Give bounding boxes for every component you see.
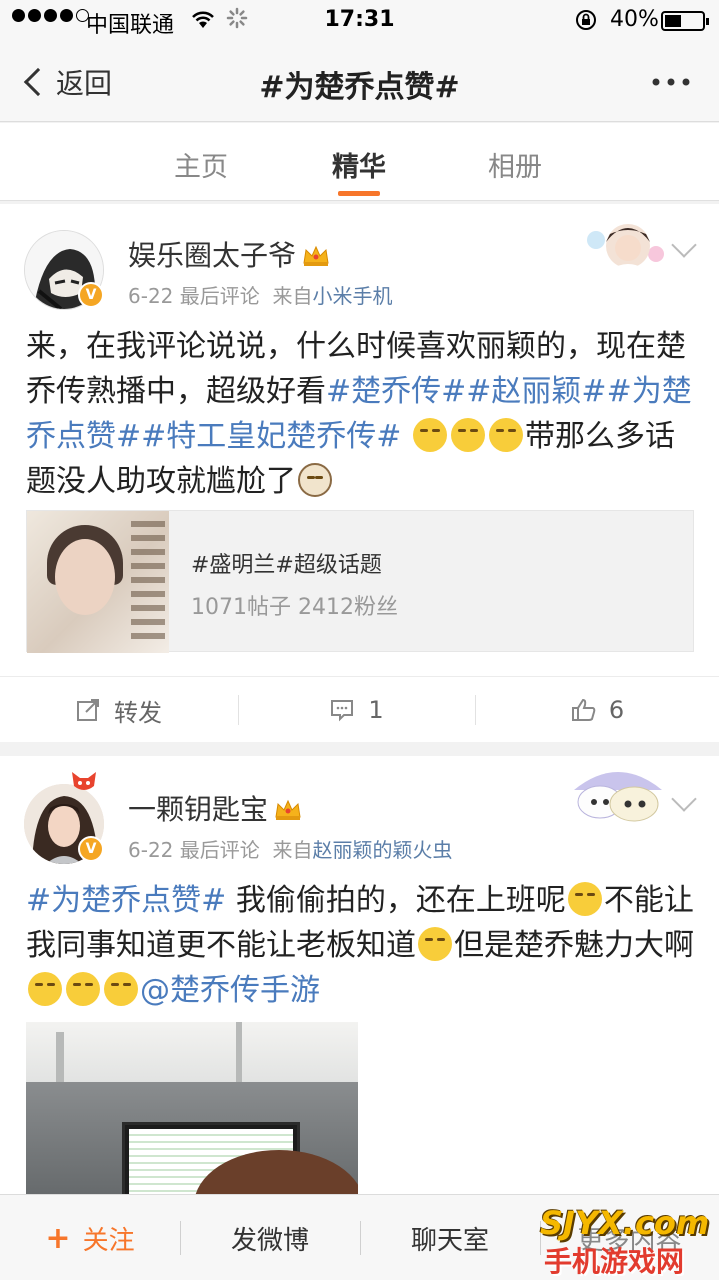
follow-button[interactable]: + 关注 <box>0 1195 180 1280</box>
author-name: 娱乐圈太子爷 <box>128 239 297 272</box>
mention-link[interactable]: @楚乔传手游 <box>140 973 320 1008</box>
laugh-cry-emoji-icon <box>66 972 100 1006</box>
hashtag-link[interactable]: #楚乔传# <box>326 374 466 409</box>
crown-icon <box>274 795 302 820</box>
tab-home-label: 主页 <box>174 152 228 183</box>
chevron-down-icon[interactable] <box>671 786 697 812</box>
source-prefix: 来自 <box>272 838 313 862</box>
laugh-cry-emoji-icon <box>104 972 138 1006</box>
plus-icon: + <box>45 1220 71 1256</box>
hashtag-link[interactable]: #为楚乔点赞# <box>26 883 226 918</box>
post-card[interactable]: V 娱乐圈太子爷 6-22 最后评论 来自小米手机 来，在我评论说说，什么时候喜… <box>0 204 719 742</box>
grin-emoji-icon <box>450 418 485 452</box>
post-photo[interactable] <box>26 1022 358 1222</box>
super-topic-card[interactable]: #盛明兰#超级话题 1071帖子 2412粉丝 <box>26 510 694 653</box>
post-meta: 6-22 最后评论 来自小米手机 <box>128 280 392 309</box>
compose-post-button[interactable]: 发微博 <box>180 1195 360 1280</box>
watermark-line2: 手机游戏网 <box>544 1245 685 1278</box>
comment-count: 1 <box>368 696 384 724</box>
post-source[interactable]: 小米手机 <box>312 284 392 308</box>
crown-icon <box>302 241 330 266</box>
post-body: 来，在我评论说说，什么时候喜欢丽颖的，现在楚乔传熟播中，超级好看#楚乔传##赵丽… <box>26 324 696 504</box>
fox-sticker-icon <box>70 770 98 798</box>
tab-home[interactable]: 主页 <box>174 145 228 184</box>
topic-thumbnail <box>27 511 169 653</box>
more-options-icon[interactable] <box>651 68 691 88</box>
laugh-cry-emoji-icon <box>567 882 602 916</box>
repost-icon <box>76 698 100 722</box>
post-body: #为楚乔点赞# 我偷偷拍的，还在上班呢 不能让我同事知道更不能让老板知道 但是楚乔魅… <box>26 878 696 1013</box>
post-date: 6-22 <box>128 838 174 862</box>
author-name: 一颗钥匙宝 <box>128 793 269 826</box>
battery-percent: 40% <box>610 7 659 32</box>
post-card[interactable]: V 一颗钥匙宝 6-22 最后评论 来自赵丽颖的颖火虫 #为楚乔点赞# 我偷偷拍… <box>0 756 719 1222</box>
repost-label: 转发 <box>114 698 162 727</box>
card-decoration-icon <box>570 760 666 824</box>
grin-emoji-icon <box>412 418 447 452</box>
chat-label: 聊天室 <box>410 1225 489 1256</box>
post-date: 6-22 <box>128 284 174 308</box>
tab-album-label: 相册 <box>488 152 542 183</box>
comment-button[interactable]: 1 <box>239 677 475 743</box>
watermark-logo: SJYX.com 手机游戏网 <box>540 1204 714 1278</box>
post-author[interactable]: 娱乐圈太子爷 <box>128 234 330 274</box>
hashtag-link[interactable]: #赵丽颖# <box>466 374 606 409</box>
like-count: 6 <box>608 696 625 724</box>
app-screen: 中国联通 17:31 40% 返回 #为楚乔点赞# 主页 精华 相册 V 娱乐圈… <box>0 0 719 1280</box>
post-author[interactable]: 一颗钥匙宝 <box>128 788 302 828</box>
post-source[interactable]: 赵丽颖的颖火虫 <box>312 838 452 862</box>
hashtag-link[interactable]: #特工皇妃楚乔传# <box>141 419 401 454</box>
tab-featured-label: 精华 <box>332 152 386 183</box>
thumbs-up-icon <box>571 698 596 722</box>
grin-emoji-icon <box>488 418 523 452</box>
comment-icon <box>330 698 354 722</box>
compose-label: 发微博 <box>230 1225 309 1256</box>
laugh-cry-emoji-icon <box>28 972 62 1006</box>
source-prefix: 来自 <box>272 284 313 308</box>
tab-featured[interactable]: 精华 <box>332 145 386 196</box>
topic-title: #盛明兰#超级话题 <box>191 553 382 578</box>
last-comment-label: 最后评论 <box>179 284 260 308</box>
status-bar: 中国联通 17:31 40% <box>0 0 719 40</box>
navigation-bar: 返回 #为楚乔点赞# <box>0 40 719 122</box>
card-decoration-icon <box>584 214 670 278</box>
watermark-line1: SJYX.com <box>540 1204 710 1242</box>
chat-room-button[interactable]: 聊天室 <box>360 1195 540 1280</box>
chevron-down-icon[interactable] <box>671 232 697 258</box>
post-meta: 6-22 最后评论 来自赵丽颖的颖火虫 <box>128 834 452 863</box>
like-button[interactable]: 6 <box>476 677 719 743</box>
tab-bar: 主页 精华 相册 <box>0 123 719 201</box>
post-action-bar: 转发 1 6 <box>0 676 719 742</box>
cat-emoji-icon <box>298 463 332 497</box>
page-title: #为楚乔点赞# <box>259 70 460 105</box>
follow-label: 关注 <box>82 1225 135 1256</box>
verified-badge-icon: V <box>78 282 104 308</box>
post-text: 但是楚乔魅力大啊 <box>454 928 694 963</box>
last-comment-label: 最后评论 <box>179 838 260 862</box>
post-text: 我偷偷拍的，还在上班呢 <box>226 883 566 918</box>
topic-stats: 1071帖子 2412粉丝 <box>191 595 398 620</box>
verified-badge-icon: V <box>78 836 104 862</box>
laugh-cry-emoji-icon <box>418 927 452 961</box>
active-tab-indicator <box>338 191 380 196</box>
repost-button[interactable]: 转发 <box>0 677 238 743</box>
battery-icon <box>661 11 709 31</box>
orientation-lock-icon <box>574 8 598 38</box>
tab-album[interactable]: 相册 <box>488 145 542 184</box>
